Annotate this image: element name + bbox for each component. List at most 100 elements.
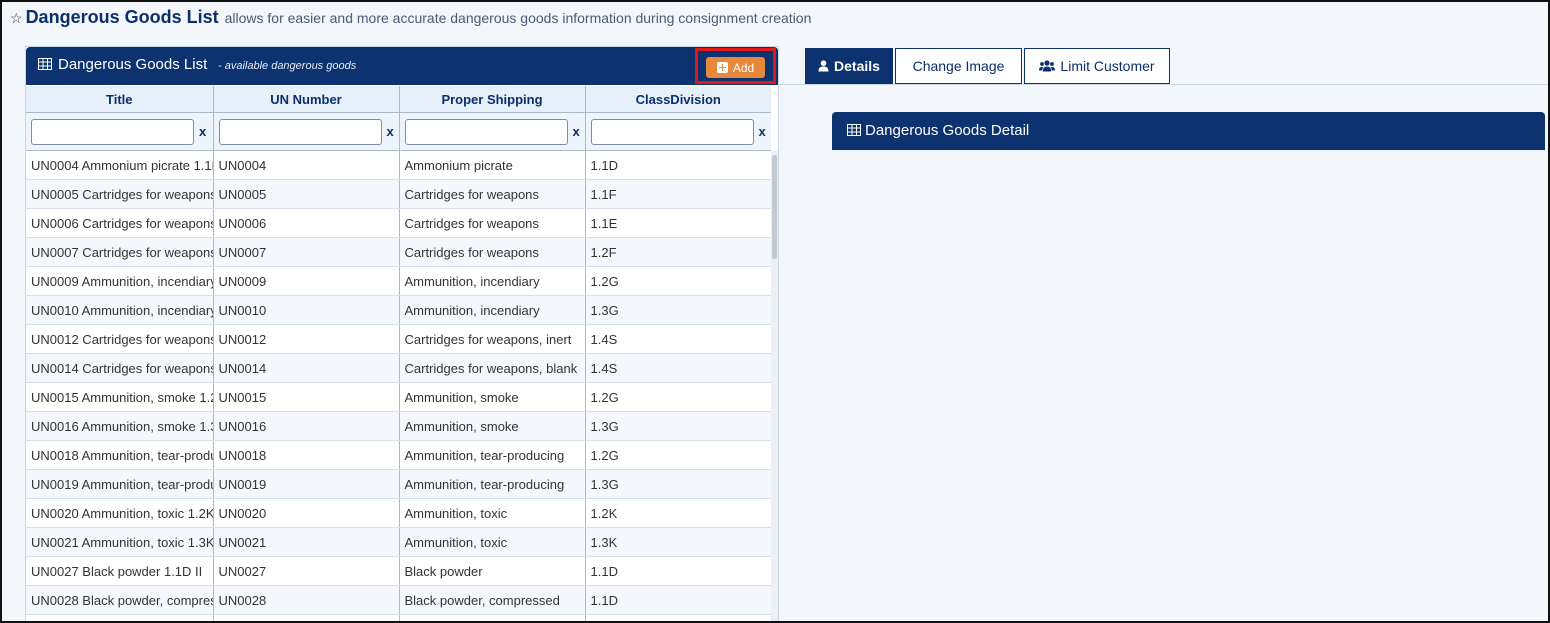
tab-limit-customer[interactable]: Limit Customer [1024,48,1170,84]
tab-details-label: Details [834,58,880,74]
table-row[interactable]: UN0005 Cartridges for weapons 1.1FUN0005… [26,179,771,209]
cell-un-number: UN0009 [213,266,400,296]
column-header-title[interactable]: Title [26,86,214,113]
table-row[interactable]: UN0010 Ammunition, incendiary 1.3GUN0010… [26,295,771,325]
cell-title: UN0018 Ammunition, tear-producing 1.2G [26,440,214,470]
cell-class-division: 1.1E [585,208,771,238]
cell-proper-shipping: Black powder, compressed [399,585,586,615]
tab-change-image-label: Change Image [912,58,1005,74]
table-row[interactable]: UN0006 Cartridges for weapons 1.1EUN0006… [26,208,771,238]
un-number-filter-clear[interactable]: x [387,124,394,139]
cell-proper-shipping: Ammunition, incendiary [399,266,586,296]
cell-title: UN0029 Detonators, non-electric [26,614,214,621]
tab-limit-customer-label: Limit Customer [1060,58,1155,74]
cell-class-division: 1.4S [585,324,771,354]
cell-title: UN0028 Black powder, compressed [26,585,214,615]
cell-title: UN0019 Ammunition, tear-producing 1.3G [26,469,214,499]
column-header-class-division[interactable]: ClassDivision [585,86,771,113]
cell-proper-shipping: Detonators, non-electric [399,614,586,621]
cell-class-division: 1.4S [585,353,771,383]
cell-class-division: 1.1F [585,179,771,209]
table-body: UN0004 Ammonium picrate 1.1D II UN0004 Amm… [26,150,771,621]
cell-un-number: UN0010 [213,295,400,325]
cell-proper-shipping: Ammunition, tear-producing [399,440,586,470]
add-button[interactable]: Add [706,57,765,78]
table-row[interactable]: UN0004 Ammonium picrate 1.1D II UN0004 Amm… [26,150,771,180]
cell-class-division: 1.2F [585,237,771,267]
table-icon [847,124,861,136]
cell-proper-shipping: Ammunition, toxic [399,498,586,528]
table-row[interactable]: UN0012 Cartridges for weapons, inertUN00… [26,324,771,354]
table-scrollbar[interactable] [771,151,778,621]
scrollbar-thumb[interactable] [772,155,777,259]
detail-panel-header: Dangerous Goods Detail [832,112,1545,150]
title-filter-clear[interactable]: x [199,124,206,139]
filter-row: x x x x [26,112,771,151]
cell-proper-shipping: Ammunition, tear-producing [399,469,586,499]
table-row[interactable]: UN0021 Ammunition, toxic 1.3K UN0021 Ammun… [26,527,771,557]
detail-tabs: Details Change Image Limit Customer [805,48,1170,84]
filter-cell-un-number: x [213,112,400,151]
table-row[interactable]: UN0027 Black powder 1.1D II UN0027 Black p… [26,556,771,586]
cell-title: UN0010 Ammunition, incendiary 1.3G [26,295,214,325]
cell-class-division: 1.2G [585,266,771,296]
cell-class-division: 1.3G [585,411,771,441]
column-header-proper-shipping[interactable]: Proper Shipping [399,86,586,113]
filter-cell-title: x [26,112,214,151]
cell-un-number: UN0006 [213,208,400,238]
table-row[interactable]: UN0019 Ammunition, tear-producing 1.3GUN… [26,469,771,499]
un-number-filter-input[interactable] [218,118,382,145]
tab-details[interactable]: Details [805,48,893,84]
cell-title: UN0014 Cartridges for weapons, blank [26,353,214,383]
cell-class-division: 1.1D [585,585,771,615]
cell-class-division: 1.2K [585,498,771,528]
cell-proper-shipping: Ammunition, toxic [399,527,586,557]
cell-un-number: UN0012 [213,324,400,354]
cell-proper-shipping: Black powder [399,556,586,586]
cell-un-number: UN0004 [213,150,400,180]
filter-cell-proper-shipping: x [399,112,586,151]
class-division-filter-input[interactable] [590,118,754,145]
cell-title: UN0012 Cartridges for weapons, inert [26,324,214,354]
cell-proper-shipping: Cartridges for weapons [399,237,586,267]
table-row[interactable]: UN0015 Ammunition, smoke 1.2G UN0015 Ammun… [26,382,771,412]
cell-un-number: UN0005 [213,179,400,209]
table-row[interactable]: UN0028 Black powder, compressedUN0028Bla… [26,585,771,615]
class-division-filter-clear[interactable]: x [759,124,766,139]
cell-un-number: UN0007 [213,237,400,267]
table-row[interactable]: UN0007 Cartridges for weapons 1.2FUN0007… [26,237,771,267]
cell-un-number: UN0018 [213,440,400,470]
cell-un-number: UN0027 [213,556,400,586]
table-row[interactable]: UN0018 Ammunition, tear-producing 1.2GUN… [26,440,771,470]
column-header-un-number[interactable]: UN Number [213,86,400,113]
cell-class-division: 1.2G [585,440,771,470]
title-filter-input[interactable] [31,118,194,145]
cell-title: UN0016 Ammunition, smoke 1.3G [26,411,214,441]
cell-un-number: UN0029 [213,614,400,621]
tabs-divider [778,84,1548,85]
cell-class-division: 1.3G [585,295,771,325]
cell-un-number: UN0020 [213,498,400,528]
plus-square-icon [716,62,728,73]
cell-un-number: UN0021 [213,527,400,557]
table-row[interactable]: UN0009 Ammunition, incendiary 1.2GUN0009… [26,266,771,296]
table-row[interactable]: UN0016 Ammunition, smoke 1.3G UN0016 Ammun… [26,411,771,441]
add-button-label: Add [732,60,755,75]
cell-class-division: 1.2G [585,382,771,412]
cell-proper-shipping: Cartridges for weapons [399,179,586,209]
star-icon[interactable]: ☆ [10,10,23,26]
user-icon [818,60,829,72]
app-frame: ☆ Dangerous Goods List allows for easier a… [0,0,1550,623]
dangerous-goods-list-panel: Dangerous Goods List - available dangero… [25,46,779,621]
table-row[interactable]: UN0014 Cartridges for weapons, blankUN00… [26,353,771,383]
cell-proper-shipping: Cartridges for weapons, inert [399,324,586,354]
table-row[interactable]: UN0020 Ammunition, toxic 1.2K UN0020 Ammun… [26,498,771,528]
tab-change-image[interactable]: Change Image [895,48,1022,84]
cell-class-division: 1.3G [585,469,771,499]
proper-shipping-filter-clear[interactable]: x [573,124,580,139]
proper-shipping-filter-input[interactable] [404,118,568,145]
cell-un-number: UN0028 [213,585,400,615]
cell-title: UN0021 Ammunition, toxic 1.3K [26,527,214,557]
cell-proper-shipping: Ammunition, smoke [399,411,586,441]
table-row[interactable]: UN0029 Detonators, non-electricUN0029Det… [26,614,771,621]
